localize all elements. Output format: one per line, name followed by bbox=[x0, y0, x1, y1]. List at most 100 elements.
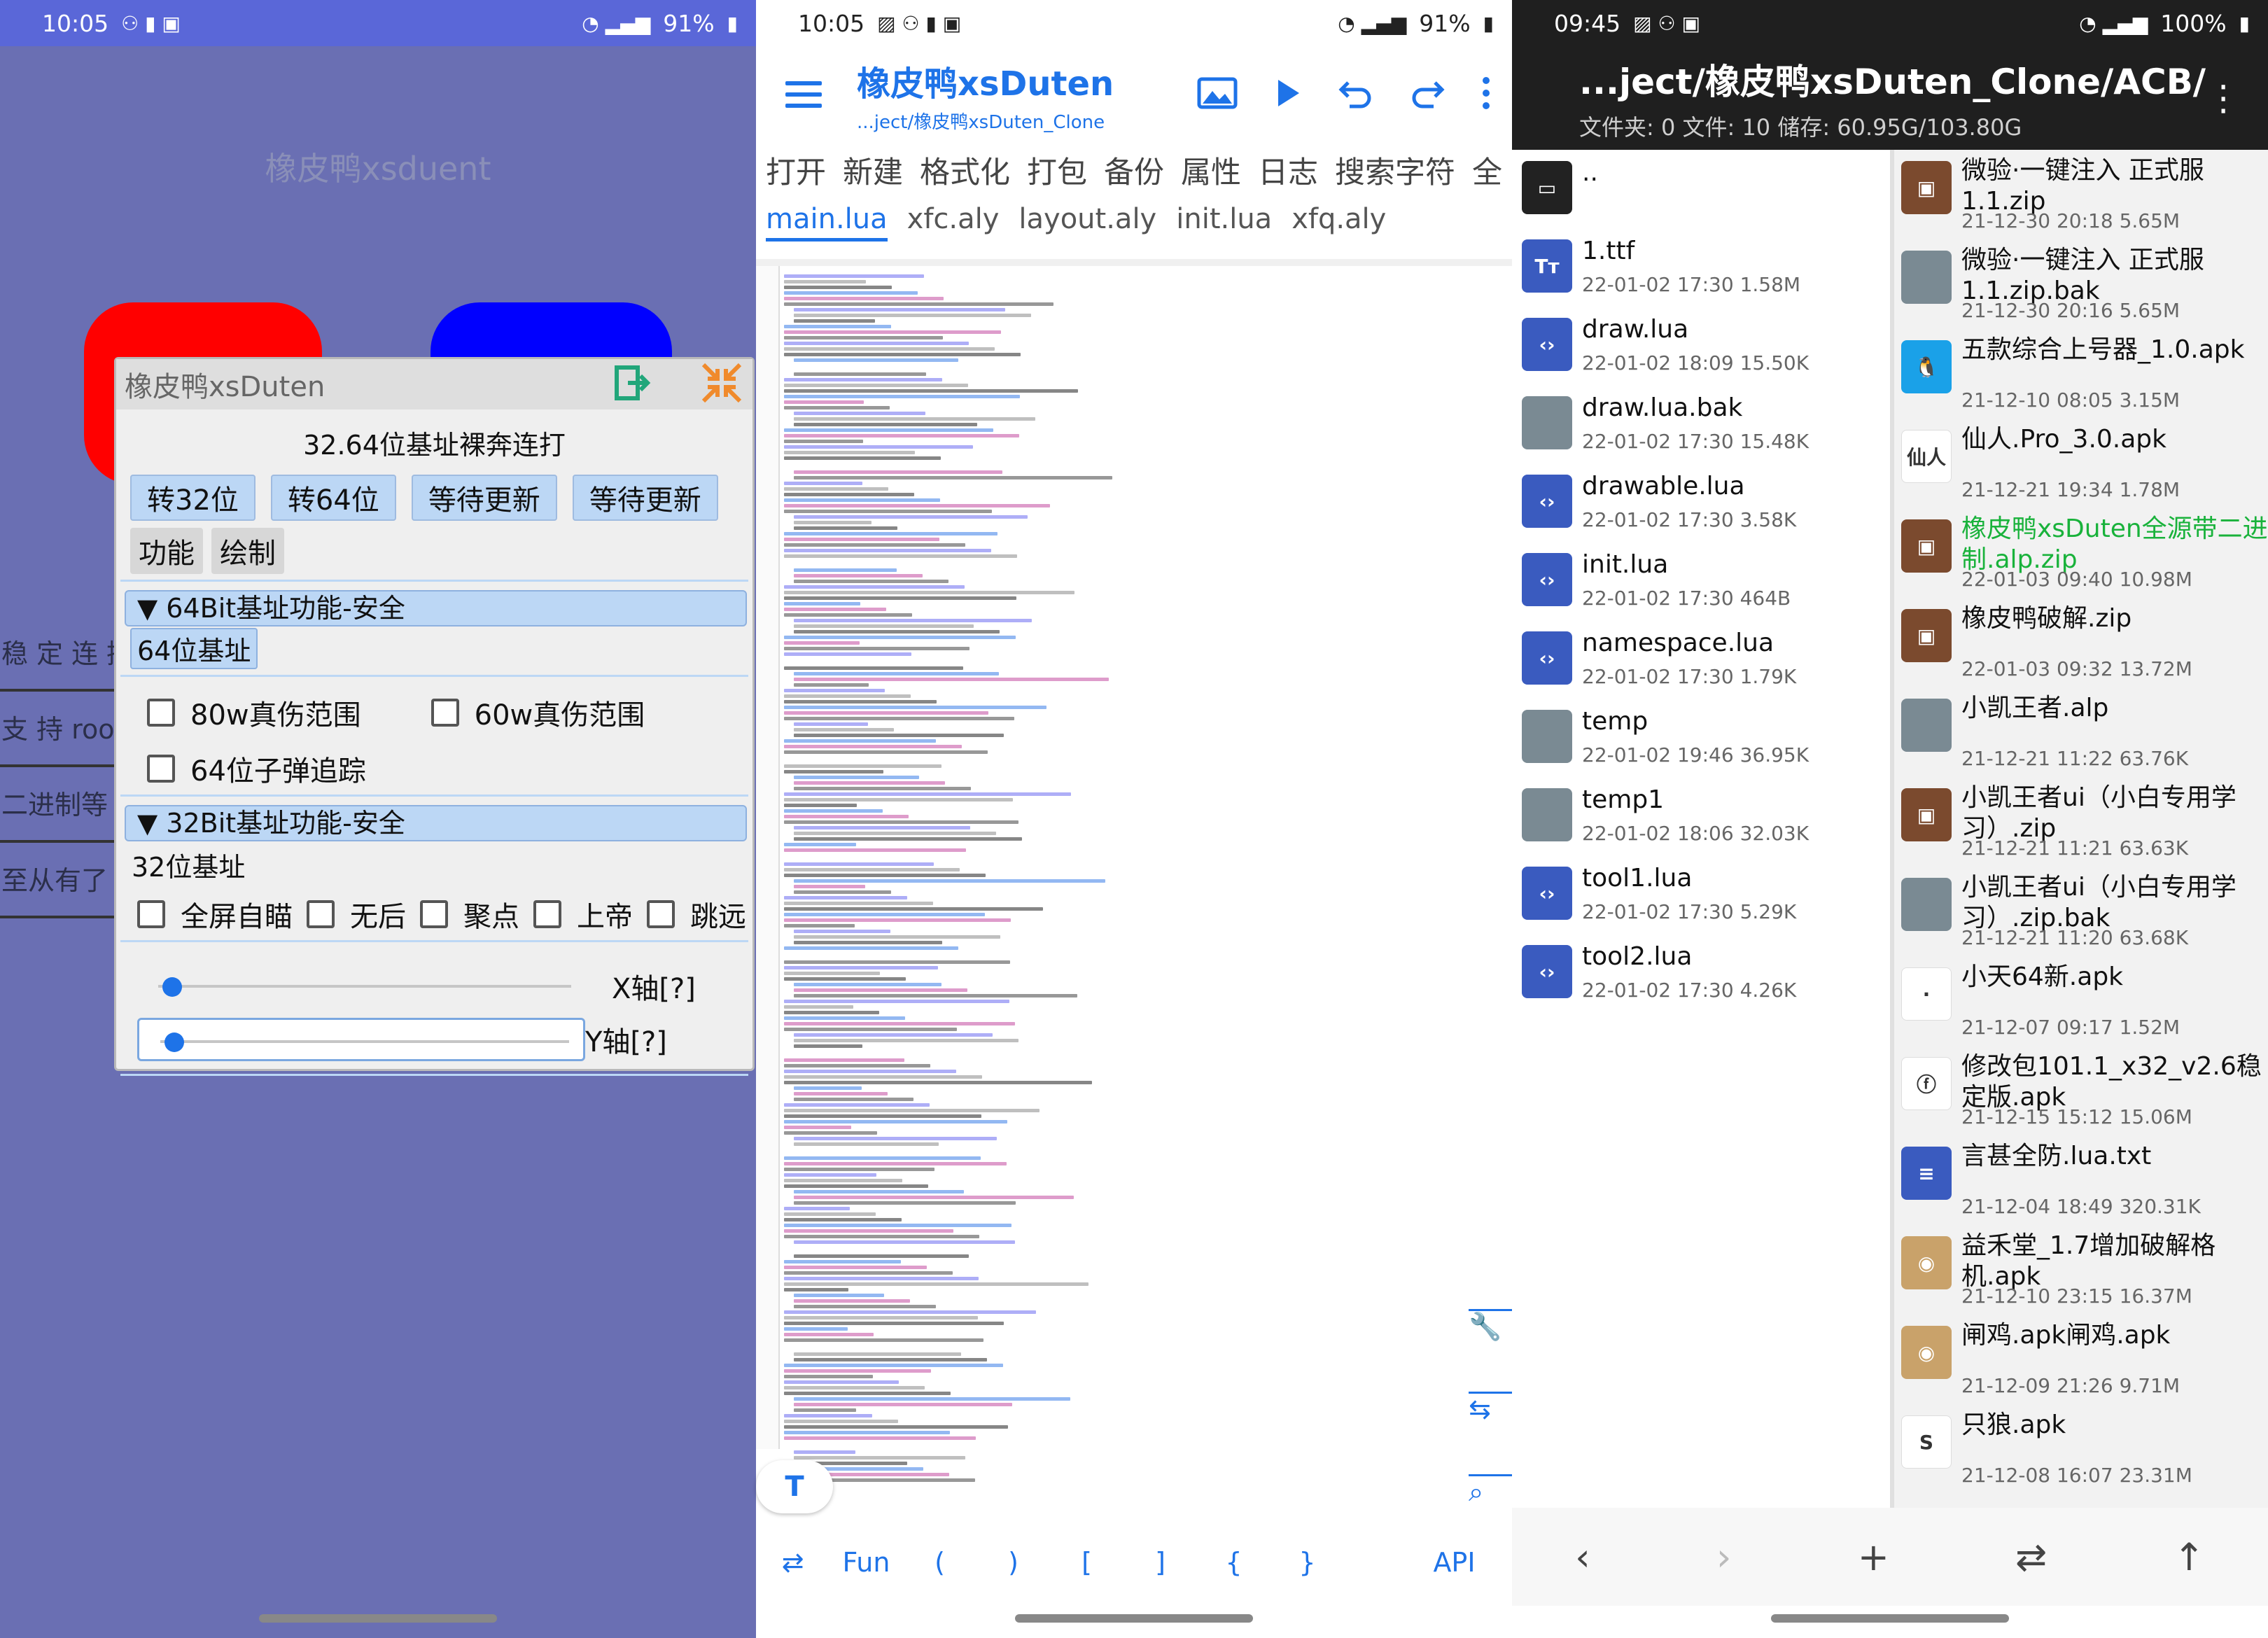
swap-panes-button[interactable]: ⇄ bbox=[2015, 1535, 2047, 1579]
symbol-brace-open[interactable]: { bbox=[1197, 1547, 1270, 1578]
symbol-api[interactable]: API bbox=[1418, 1547, 1491, 1578]
tab-xfq-aly[interactable]: xfq.aly bbox=[1292, 203, 1386, 241]
file-row[interactable]: 仙人 仙人.Pro_3.0.apk 21-12-21 19:34 1.78M bbox=[1894, 419, 2268, 508]
tab-draw[interactable]: 绘制 bbox=[211, 528, 284, 574]
editor-side-tools: 🔧 ⇆ ⌕ bbox=[1469, 1309, 1513, 1557]
file-row[interactable]: ‹› init.lua 22-01-02 17:30 464B bbox=[1512, 542, 1890, 620]
add-button[interactable]: + bbox=[1858, 1535, 1889, 1579]
file-row[interactable]: ◉ 闸鸡.apk闸鸡.apk 21-12-09 21:26 9.71M bbox=[1894, 1315, 2268, 1404]
image-icon[interactable] bbox=[1197, 77, 1238, 112]
checkbox-focus[interactable] bbox=[420, 900, 448, 928]
code-editor[interactable] bbox=[756, 259, 1512, 1482]
file-row[interactable]: 小凯王者ui（小白专用学习）.zip.bak 21-12-21 11:20 63.… bbox=[1894, 867, 2268, 956]
file-row[interactable]: S 只狼.apk 21-12-08 16:07 23.31M bbox=[1894, 1404, 2268, 1494]
menu-new[interactable]: 新建 bbox=[843, 148, 903, 192]
transform-icon[interactable]: ⇆ bbox=[1469, 1392, 1513, 1474]
nav-handle[interactable] bbox=[259, 1614, 497, 1623]
to-64bit-button[interactable]: 转64位 bbox=[270, 475, 396, 521]
code-line bbox=[784, 641, 860, 645]
tab-xfc-aly[interactable]: xfc.aly bbox=[907, 203, 1000, 241]
file-row[interactable]: ◉ 益禾堂_1.7增加破解格机.apk 21-12-10 23:15 16.37M bbox=[1894, 1225, 2268, 1315]
symbol-swap[interactable]: ⇄ bbox=[756, 1547, 830, 1578]
slider-thumb[interactable] bbox=[162, 977, 182, 997]
redo-icon[interactable] bbox=[1410, 76, 1445, 113]
nav-handle[interactable] bbox=[1015, 1614, 1253, 1623]
nav-handle[interactable] bbox=[1771, 1614, 2009, 1623]
file-row[interactable]: temp1 22-01-02 18:06 32.03K bbox=[1512, 777, 1890, 855]
menu-format[interactable]: 格式化 bbox=[920, 148, 1010, 192]
file-row[interactable]: ≡ 言甚全防.lua.txt 21-12-04 18:49 320.31K bbox=[1894, 1135, 2268, 1225]
file-row[interactable]: ‹› tool1.lua 22-01-02 17:30 5.29K bbox=[1512, 855, 1890, 934]
back-button[interactable]: ‹ bbox=[1575, 1535, 1590, 1579]
search-icon[interactable]: ⌕ bbox=[1469, 1474, 1513, 1557]
file-row[interactable]: ‹› namespace.lua 22-01-02 17:30 1.79K bbox=[1512, 620, 1890, 699]
menu-log[interactable]: 日志 bbox=[1258, 148, 1318, 192]
code-line bbox=[794, 574, 923, 578]
floating-window-header[interactable]: 橡皮鸭xsDuten bbox=[116, 359, 752, 410]
symbol-brace-close[interactable]: } bbox=[1270, 1547, 1344, 1578]
run-icon[interactable] bbox=[1274, 77, 1302, 112]
menu-search[interactable]: 搜索字符 bbox=[1335, 148, 1455, 192]
file-row[interactable]: draw.lua.bak 22-01-02 17:30 15.48K bbox=[1512, 385, 1890, 463]
pending-update-button[interactable]: 等待更新 bbox=[411, 475, 557, 521]
checkbox-no-recoil[interactable] bbox=[307, 900, 335, 928]
file-row[interactable]: ‹› tool2.lua 22-01-02 17:30 4.26K bbox=[1512, 934, 1890, 1012]
code-line bbox=[784, 809, 883, 813]
symbol-fun[interactable]: Fun bbox=[830, 1547, 903, 1578]
file-row[interactable]: ‹› draw.lua 22-01-02 18:09 15.50K bbox=[1512, 307, 1890, 385]
symbol-bracket-close[interactable]: ] bbox=[1124, 1547, 1197, 1578]
pending-update-button[interactable]: 等待更新 bbox=[572, 475, 718, 521]
file-row[interactable]: 🐧 五款综合上号器_1.0.apk 21-12-10 08:05 3.15M bbox=[1894, 329, 2268, 419]
checkbox-60w[interactable] bbox=[430, 699, 459, 727]
checkbox-bullet-tracking[interactable] bbox=[147, 755, 175, 783]
checkbox-god[interactable] bbox=[533, 900, 561, 928]
section-32bit-header[interactable]: ▼ 32Bit基址功能-安全 bbox=[125, 805, 747, 841]
file-row[interactable]: 小凯王者.alp 21-12-21 11:22 63.76K bbox=[1894, 687, 2268, 777]
symbol-paren-open[interactable]: ( bbox=[903, 1547, 976, 1578]
forward-button[interactable]: › bbox=[1716, 1535, 1732, 1579]
menu-backup[interactable]: 备份 bbox=[1104, 148, 1164, 192]
checkbox-long-jump[interactable] bbox=[647, 900, 675, 928]
tab-init-lua[interactable]: init.lua bbox=[1176, 203, 1272, 241]
menu-open[interactable]: 打开 bbox=[766, 148, 826, 192]
file-row[interactable]: ▣ 橡皮鸭破解.zip 22-01-03 09:32 13.72M bbox=[1894, 598, 2268, 687]
checkbox-aimbot[interactable] bbox=[137, 900, 165, 928]
menu-properties[interactable]: 属性 bbox=[1181, 148, 1241, 192]
exit-icon[interactable] bbox=[612, 363, 652, 405]
tab-function[interactable]: 功能 bbox=[130, 528, 203, 574]
tab-layout-aly[interactable]: layout.aly bbox=[1018, 203, 1156, 241]
up-button[interactable]: ↑ bbox=[2174, 1535, 2205, 1579]
text-size-fab[interactable]: T bbox=[756, 1460, 833, 1513]
code-line bbox=[784, 389, 1078, 393]
line-number-gutter bbox=[756, 266, 780, 1449]
symbol-paren-close[interactable]: ) bbox=[976, 1547, 1050, 1578]
file-row[interactable]: ▣ 橡皮鸭xsDuten全源带二进制.alp.zip 22-01-03 09:40 … bbox=[1894, 508, 2268, 598]
symbol-bracket-open[interactable]: [ bbox=[1050, 1547, 1124, 1578]
code-line bbox=[784, 946, 958, 950]
file-row[interactable]: ⓕ 修改包101.1_x32_v2.6稳定版.apk 21-12-15 15:12 … bbox=[1894, 1046, 2268, 1135]
file-row[interactable]: · 小天64新.apk 21-12-07 09:17 1.52M bbox=[1894, 956, 2268, 1046]
menu-all[interactable]: 全 bbox=[1472, 148, 1502, 192]
file-row[interactable]: ▣ 小凯王者ui（小白专用学习）.zip 21-12-21 11:21 63.63K bbox=[1894, 777, 2268, 867]
tab-main-lua[interactable]: main.lua bbox=[766, 203, 888, 241]
file-row[interactable]: temp 22-01-02 19:46 36.95K bbox=[1512, 699, 1890, 777]
file-row[interactable]: ▭.. bbox=[1512, 150, 1890, 228]
file-row[interactable]: 微验·一键注入 正式服 1.1.zip.bak 21-12-30 20:16 5.… bbox=[1894, 239, 2268, 329]
undo-icon[interactable] bbox=[1338, 76, 1373, 113]
y-axis-slider[interactable] bbox=[137, 1018, 585, 1061]
file-row[interactable]: ‹› drawable.lua 22-01-02 17:30 3.58K bbox=[1512, 463, 1890, 542]
slider-thumb[interactable] bbox=[164, 1032, 184, 1052]
menu-icon[interactable] bbox=[785, 81, 822, 108]
more-icon[interactable] bbox=[1481, 76, 1491, 113]
to-32bit-button[interactable]: 转32位 bbox=[130, 475, 255, 521]
section-64bit-header[interactable]: ▼ 64Bit基址功能-安全 bbox=[125, 590, 747, 626]
wrench-icon[interactable]: 🔧 bbox=[1469, 1309, 1513, 1392]
more-icon[interactable]: ⋮ bbox=[2206, 78, 2241, 118]
file-row[interactable]: Tт 1.ttf 22-01-02 17:30 1.58M bbox=[1512, 228, 1890, 307]
checkbox-80w[interactable] bbox=[147, 699, 175, 727]
code-line bbox=[784, 291, 918, 295]
collapse-icon[interactable] bbox=[701, 362, 743, 407]
file-row[interactable]: ▣ 微验·一键注入 正式服 1.1.zip 21-12-30 20:18 5.65M bbox=[1894, 150, 2268, 239]
menu-pack[interactable]: 打包 bbox=[1027, 148, 1087, 192]
x-axis-slider[interactable] bbox=[137, 965, 585, 1008]
